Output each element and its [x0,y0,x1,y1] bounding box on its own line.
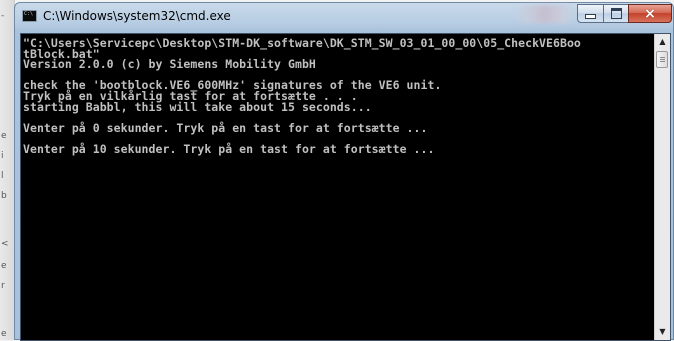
scroll-up-arrow-icon[interactable]: ▲ [655,34,670,50]
vertical-scrollbar[interactable]: ▲ ▼ [654,34,670,340]
background-edge-char: e [1,131,7,141]
minimize-button[interactable] [577,4,604,23]
maximize-button[interactable] [603,4,629,23]
background-edge-char: e [1,261,7,271]
background-edge-char: e [1,329,7,339]
background-edge-char: i [1,151,4,161]
grip-icon [660,57,665,63]
maximize-icon [610,8,622,19]
close-icon: × [644,5,656,22]
console-area[interactable]: "C:\Users\Servicepc\Desktop\STM-DK_softw… [20,33,671,341]
scrollbar-thumb[interactable] [656,51,668,68]
title-bar[interactable]: C:\ C:\Windows\system32\cmd.exe × [15,3,673,31]
background-edge-char: r [1,281,5,291]
console-line: Venter på 10 sekunder. Tryk på en tast f… [23,141,435,156]
cmd-icon[interactable]: C:\ [22,10,37,22]
scroll-down-arrow-icon[interactable]: ▼ [655,324,670,340]
background-edge-char: b [1,191,7,201]
close-button[interactable]: × [628,4,672,23]
background-window-text: - e i l b < e r e [0,0,14,340]
background-edge-char: l [1,171,4,181]
background-edge-char: < [1,239,9,249]
console-line: starting Babbl, this will take about 15 … [23,99,372,114]
console-line: Version 2.0.0 (c) by Siemens Mobility Gm… [23,57,316,72]
window-title: C:\Windows\system32\cmd.exe [43,9,231,23]
console-output[interactable]: "C:\Users\Servicepc\Desktop\STM-DK_softw… [23,38,654,338]
minimize-icon [585,14,596,19]
cmd-icon-label: C:\ [24,11,34,17]
background-edge-char: - [1,11,5,21]
console-line: Venter på 0 sekunder. Tryk på en tast fo… [23,120,428,135]
blurred-region [515,5,575,23]
cmd-window: C:\ C:\Windows\system32\cmd.exe × "C:\Us… [14,2,674,341]
console-line: "C:\Users\Servicepc\Desktop\STM-DK_softw… [23,38,581,50]
